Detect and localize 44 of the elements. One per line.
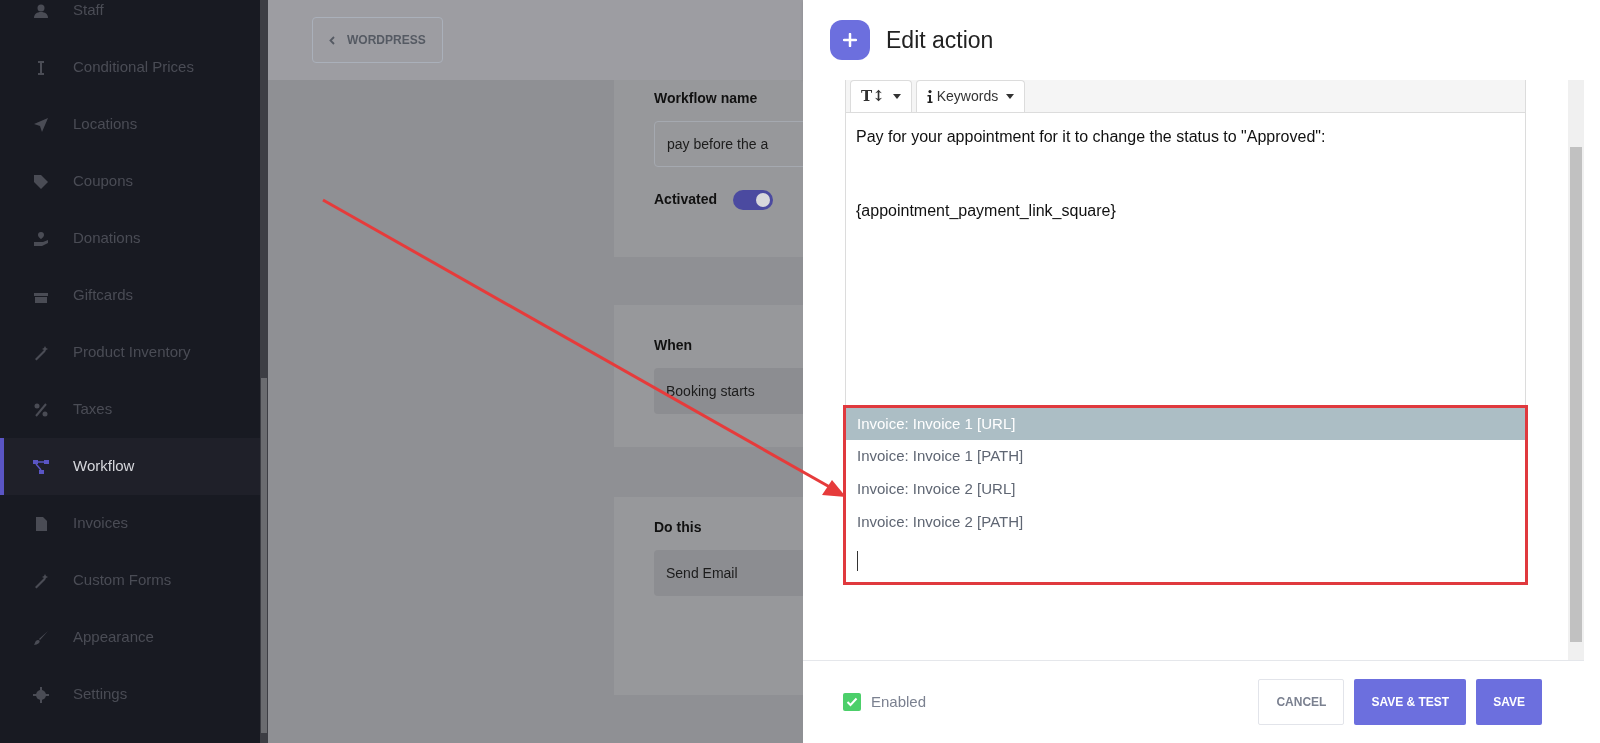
save-button[interactable]: SAVE & TEST xyxy=(1354,679,1467,725)
toggle-switch[interactable] xyxy=(733,189,774,210)
caret-icon xyxy=(1006,94,1015,99)
info-icon xyxy=(926,90,933,103)
chevron-left-icon xyxy=(329,35,335,45)
field-label: Do this xyxy=(654,518,703,537)
suggestion-item[interactable]: Invoice: Invoice 1 [PATH] xyxy=(846,440,1525,473)
person-icon xyxy=(33,2,49,19)
text-format-dropdown[interactable]: T↕ xyxy=(850,80,912,112)
hand-heart-icon xyxy=(33,230,49,247)
checkbox[interactable] xyxy=(843,693,861,711)
cancel-button[interactable]: CANCEL xyxy=(1258,679,1345,725)
select-field[interactable]: Booking starts xyxy=(654,368,803,414)
text-cursor xyxy=(857,551,858,571)
scrollbar-thumb[interactable] xyxy=(261,378,267,733)
suggestion-item[interactable]: Invoice: Invoice 2 [PATH] xyxy=(846,506,1525,539)
field-label: When xyxy=(654,336,694,355)
suggestion-item[interactable]: Invoice: Invoice 1 [URL] xyxy=(846,408,1525,440)
brush-icon xyxy=(33,629,49,646)
plus-icon xyxy=(830,20,870,60)
suggestion-item[interactable]: Invoice: Invoice 2 [URL] xyxy=(846,473,1525,506)
modal-title: Edit action xyxy=(886,25,994,55)
caret-icon xyxy=(892,94,901,99)
editor-text: {appointment_payment_link_square} xyxy=(856,201,1117,221)
back-button[interactable]: WORDPRESS xyxy=(312,17,443,63)
input-field[interactable]: pay before the a xyxy=(654,121,803,167)
editor-text: Pay for your appointment for it to change the status to "Approved": xyxy=(856,127,1327,147)
checkbox-label: Enabled xyxy=(871,691,927,712)
percent-icon xyxy=(33,401,49,418)
flow-icon xyxy=(33,458,49,475)
magic-wand-icon xyxy=(33,572,49,589)
magic-wand-icon xyxy=(33,344,49,361)
file-icon xyxy=(33,515,49,532)
field-label: Activated xyxy=(654,190,718,209)
field-label: Workflow name xyxy=(654,89,759,108)
save-button[interactable]: SAVE xyxy=(1476,679,1542,725)
paper-plane-icon xyxy=(33,116,49,133)
scrollbar-thumb[interactable] xyxy=(1570,147,1582,642)
settings-icon xyxy=(33,686,49,703)
keywords-dropdown[interactable]: Keywords xyxy=(915,80,1026,112)
tag-icon xyxy=(33,173,49,190)
sidebar-item[interactable]: Workflow xyxy=(0,438,260,495)
select-field[interactable]: Send Email xyxy=(654,550,803,596)
check-icon xyxy=(846,697,858,707)
